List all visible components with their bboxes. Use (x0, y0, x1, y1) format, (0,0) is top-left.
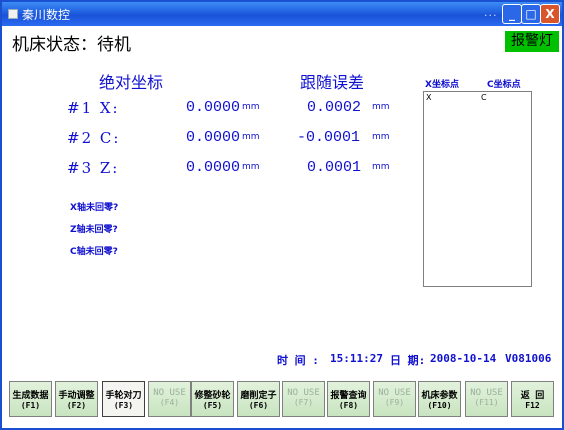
fkey-code: (F7) (293, 398, 314, 407)
err-value-z: 0.0001 (307, 159, 362, 176)
fkey-code: (F11) (474, 398, 499, 407)
abs-value-z: 0.0000 (186, 159, 241, 176)
f9-no-use-button[interactable]: NO USE (F9) (373, 381, 416, 417)
version-label: V081006 (505, 352, 552, 365)
fkey-code: (F8) (338, 401, 359, 410)
f8-alarm-query-button[interactable]: 报警查询 (F8) (327, 381, 370, 417)
fkey-code: (F3) (113, 401, 134, 410)
fkey-code: (F4) (159, 398, 180, 407)
f5-dress-wheel-button[interactable]: 修整砂轮 (F5) (191, 381, 234, 417)
alarm-indicator: 报警灯 (505, 31, 559, 52)
f6-grind-stator-button[interactable]: 磨削定子 (F6) (237, 381, 280, 417)
abs-unit-z: mm (242, 162, 260, 172)
fkey-label: 手轮对刀 (105, 391, 142, 401)
err-value-c: -0.0001 (297, 129, 361, 146)
notice-c-not-homed: C轴未回零? (70, 247, 118, 257)
time-value: 15:11:27 (330, 352, 383, 365)
fkey-label: 手动调整 (58, 391, 95, 401)
err-value-x: 0.0002 (307, 99, 362, 116)
fkey-label: NO USE (378, 388, 411, 398)
f10-machine-params-button[interactable]: 机床参数 (F10) (418, 381, 461, 417)
fkey-label: 返 回 (520, 391, 545, 401)
abs-unit-x: mm (242, 102, 260, 112)
time-label: 时 间 : (277, 354, 319, 367)
fkey-code: (F6) (248, 401, 269, 410)
date-label: 日 期: (390, 354, 426, 367)
f2-manual-adjust-button[interactable]: 手动调整 (F2) (55, 381, 98, 417)
title-bar[interactable]: 秦川数控 ... _ □ X (2, 2, 562, 26)
fkey-label: 磨削定子 (240, 391, 277, 401)
machine-status: 机床状态：待机 (12, 35, 131, 55)
following-error-header: 跟随误差 (300, 73, 365, 92)
f12-return-button[interactable]: 返 回 F12 (511, 381, 554, 417)
fkey-label: 报警查询 (330, 391, 367, 401)
main-window: 秦川数控 ... _ □ X 机床状态：待机 报警灯 绝对坐标 跟随误差 #1 … (0, 0, 564, 430)
x-points-header: X坐标点 (425, 80, 459, 90)
axis-label-x: #1 X: (67, 99, 120, 117)
close-button[interactable]: X (540, 4, 560, 24)
fkey-code: (F10) (427, 401, 452, 410)
abs-value-x: 0.0000 (186, 99, 241, 116)
fkey-code: (F9) (384, 398, 405, 407)
fkey-code: (F1) (20, 401, 41, 410)
fkey-code: F12 (525, 401, 540, 410)
fkey-code: (F2) (66, 401, 87, 410)
fkey-label: NO USE (153, 388, 186, 398)
fkey-label: NO USE (470, 388, 503, 398)
f1-generate-data-button[interactable]: 生成数据 (F1) (9, 381, 52, 417)
err-unit-c: mm (372, 132, 390, 142)
fkey-label: 机床参数 (421, 391, 458, 401)
fkey-code: (F5) (202, 401, 223, 410)
axis-label-c: #2 C: (67, 129, 121, 147)
title-dots: ... (484, 6, 498, 19)
app-icon (8, 9, 18, 19)
f11-no-use-button[interactable]: NO USE (F11) (465, 381, 508, 417)
x-column-header: X (426, 93, 432, 102)
fkey-label: NO USE (287, 388, 320, 398)
axis-label-z: #3 Z: (67, 159, 120, 177)
f4-no-use-button[interactable]: NO USE (F4) (148, 381, 191, 417)
absolute-coord-header: 绝对坐标 (99, 73, 164, 92)
date-value: 2008-10-14 (430, 352, 497, 365)
maximize-button[interactable]: □ (521, 4, 541, 24)
abs-unit-c: mm (242, 132, 260, 142)
abs-value-c: 0.0000 (186, 129, 241, 146)
minimize-button[interactable]: _ (502, 4, 522, 24)
err-unit-x: mm (372, 102, 390, 112)
c-points-header: C坐标点 (487, 80, 521, 90)
c-column-header: C (481, 93, 487, 102)
f7-no-use-button[interactable]: NO USE (F7) (282, 381, 325, 417)
fkey-label: 生成数据 (12, 391, 49, 401)
err-unit-z: mm (372, 162, 390, 172)
notice-z-not-homed: Z轴未回零? (70, 225, 118, 235)
f3-handwheel-tool-set-button[interactable]: 手轮对刀 (F3) (102, 381, 145, 417)
fkey-label: 修整砂轮 (194, 391, 231, 401)
points-list[interactable]: X C (423, 91, 532, 287)
window-title: 秦川数控 (22, 8, 71, 22)
notice-x-not-homed: X轴未回零? (70, 203, 119, 213)
